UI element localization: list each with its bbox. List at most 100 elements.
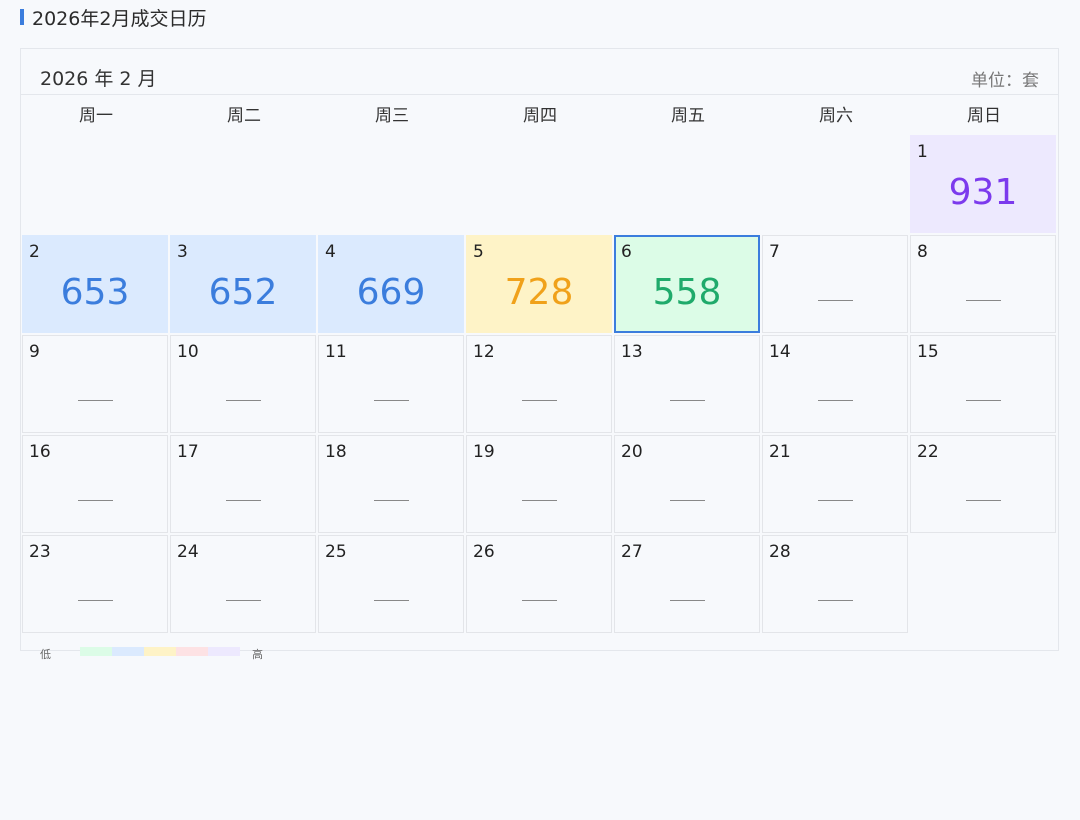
day-number: 19 bbox=[473, 442, 495, 462]
day-cell[interactable]: 25 bbox=[318, 535, 464, 633]
weekday-fri: 周五 bbox=[671, 106, 705, 126]
day-cell[interactable]: 9 bbox=[22, 335, 168, 433]
day-number: 18 bbox=[325, 442, 347, 462]
day-cell[interactable]: 7 bbox=[762, 235, 908, 333]
no-data-dash bbox=[966, 400, 1001, 401]
legend-swatch bbox=[112, 647, 144, 656]
month-label: 2026 年 2 月 bbox=[40, 68, 157, 90]
day-cell[interactable]: 14 bbox=[762, 335, 908, 433]
day-number: 23 bbox=[29, 542, 51, 562]
day-value: 558 bbox=[652, 272, 722, 313]
legend-high-label: 高 bbox=[252, 648, 263, 661]
day-number: 10 bbox=[177, 342, 199, 362]
legend-swatch bbox=[144, 647, 176, 656]
day-cell[interactable]: 21 bbox=[762, 435, 908, 533]
legend-swatches bbox=[80, 647, 240, 656]
no-data-dash bbox=[966, 300, 1001, 301]
weekday-tue: 周二 bbox=[227, 106, 261, 126]
header-divider bbox=[21, 94, 1058, 95]
day-cell[interactable]: 22 bbox=[910, 435, 1056, 533]
weekday-thu: 周四 bbox=[523, 106, 557, 126]
no-data-dash bbox=[522, 400, 557, 401]
day-cell[interactable]: 8 bbox=[910, 235, 1056, 333]
day-number: 13 bbox=[621, 342, 643, 362]
day-number: 17 bbox=[177, 442, 199, 462]
no-data-dash bbox=[78, 500, 113, 501]
weekday-sat: 周六 bbox=[819, 106, 853, 126]
no-data-dash bbox=[522, 500, 557, 501]
day-number: 20 bbox=[621, 442, 643, 462]
day-value: 652 bbox=[208, 272, 278, 313]
no-data-dash bbox=[818, 600, 853, 601]
day-number: 14 bbox=[769, 342, 791, 362]
day-cell[interactable]: 13 bbox=[614, 335, 760, 433]
weekday-sun: 周日 bbox=[967, 106, 1001, 126]
day-number: 22 bbox=[917, 442, 939, 462]
day-cell[interactable]: 11 bbox=[318, 335, 464, 433]
day-number: 21 bbox=[769, 442, 791, 462]
day-value: 669 bbox=[356, 272, 426, 313]
day-cell[interactable]: 20 bbox=[614, 435, 760, 533]
title-accent-bar bbox=[20, 9, 24, 25]
day-value: 931 bbox=[948, 172, 1018, 213]
day-cell[interactable]: 5 728 bbox=[466, 235, 612, 333]
day-cell[interactable]: 24 bbox=[170, 535, 316, 633]
legend-swatch bbox=[80, 647, 112, 656]
day-value: 728 bbox=[504, 272, 574, 313]
no-data-dash bbox=[374, 400, 409, 401]
day-number: 2 bbox=[29, 242, 40, 262]
no-data-dash bbox=[374, 600, 409, 601]
day-cell[interactable]: 6 558 bbox=[614, 235, 760, 333]
no-data-dash bbox=[670, 500, 705, 501]
day-cell[interactable]: 17 bbox=[170, 435, 316, 533]
day-cell[interactable]: 27 bbox=[614, 535, 760, 633]
no-data-dash bbox=[818, 400, 853, 401]
page-title: 2026年2月成交日历 bbox=[20, 5, 207, 30]
day-number: 5 bbox=[473, 242, 484, 262]
day-cell[interactable]: 2 653 bbox=[22, 235, 168, 333]
no-data-dash bbox=[226, 500, 261, 501]
day-cell[interactable]: 12 bbox=[466, 335, 612, 433]
day-cell[interactable]: 3 652 bbox=[170, 235, 316, 333]
calendar-card: 2026 年 2 月 单位：套 周一 周二 周三 周四 周五 周六 周日 1 93… bbox=[20, 48, 1059, 651]
weekday-header-row: 周一 周二 周三 周四 周五 周六 周日 bbox=[22, 101, 1058, 126]
day-number: 8 bbox=[917, 242, 928, 262]
day-number: 24 bbox=[177, 542, 199, 562]
day-number: 12 bbox=[473, 342, 495, 362]
no-data-dash bbox=[374, 500, 409, 501]
day-cell[interactable]: 15 bbox=[910, 335, 1056, 433]
day-cell[interactable]: 4 669 bbox=[318, 235, 464, 333]
day-number: 15 bbox=[917, 342, 939, 362]
no-data-dash bbox=[670, 600, 705, 601]
weekday-wed: 周三 bbox=[375, 106, 409, 126]
no-data-dash bbox=[226, 600, 261, 601]
day-value: 653 bbox=[60, 272, 130, 313]
no-data-dash bbox=[966, 500, 1001, 501]
day-number: 3 bbox=[177, 242, 188, 262]
day-cell[interactable]: 10 bbox=[170, 335, 316, 433]
day-number: 6 bbox=[621, 242, 632, 262]
no-data-dash bbox=[670, 400, 705, 401]
weekday-mon: 周一 bbox=[79, 106, 113, 126]
unit-label: 单位：套 bbox=[971, 71, 1039, 91]
legend-low-label: 低 bbox=[40, 648, 51, 661]
day-cell[interactable]: 19 bbox=[466, 435, 612, 533]
day-cell[interactable]: 23 bbox=[22, 535, 168, 633]
day-number: 28 bbox=[769, 542, 791, 562]
day-cell[interactable]: 18 bbox=[318, 435, 464, 533]
no-data-dash bbox=[818, 500, 853, 501]
day-cell[interactable]: 16 bbox=[22, 435, 168, 533]
no-data-dash bbox=[78, 600, 113, 601]
day-number: 27 bbox=[621, 542, 643, 562]
day-number: 11 bbox=[325, 342, 347, 362]
day-number: 16 bbox=[29, 442, 51, 462]
no-data-dash bbox=[78, 400, 113, 401]
day-number: 25 bbox=[325, 542, 347, 562]
no-data-dash bbox=[226, 400, 261, 401]
day-cell[interactable]: 28 bbox=[762, 535, 908, 633]
day-number: 9 bbox=[29, 342, 40, 362]
day-cell[interactable]: 1 931 bbox=[910, 135, 1056, 233]
page-title-text: 2026年2月成交日历 bbox=[32, 7, 207, 30]
day-cell[interactable]: 26 bbox=[466, 535, 612, 633]
legend-swatch bbox=[208, 647, 240, 656]
